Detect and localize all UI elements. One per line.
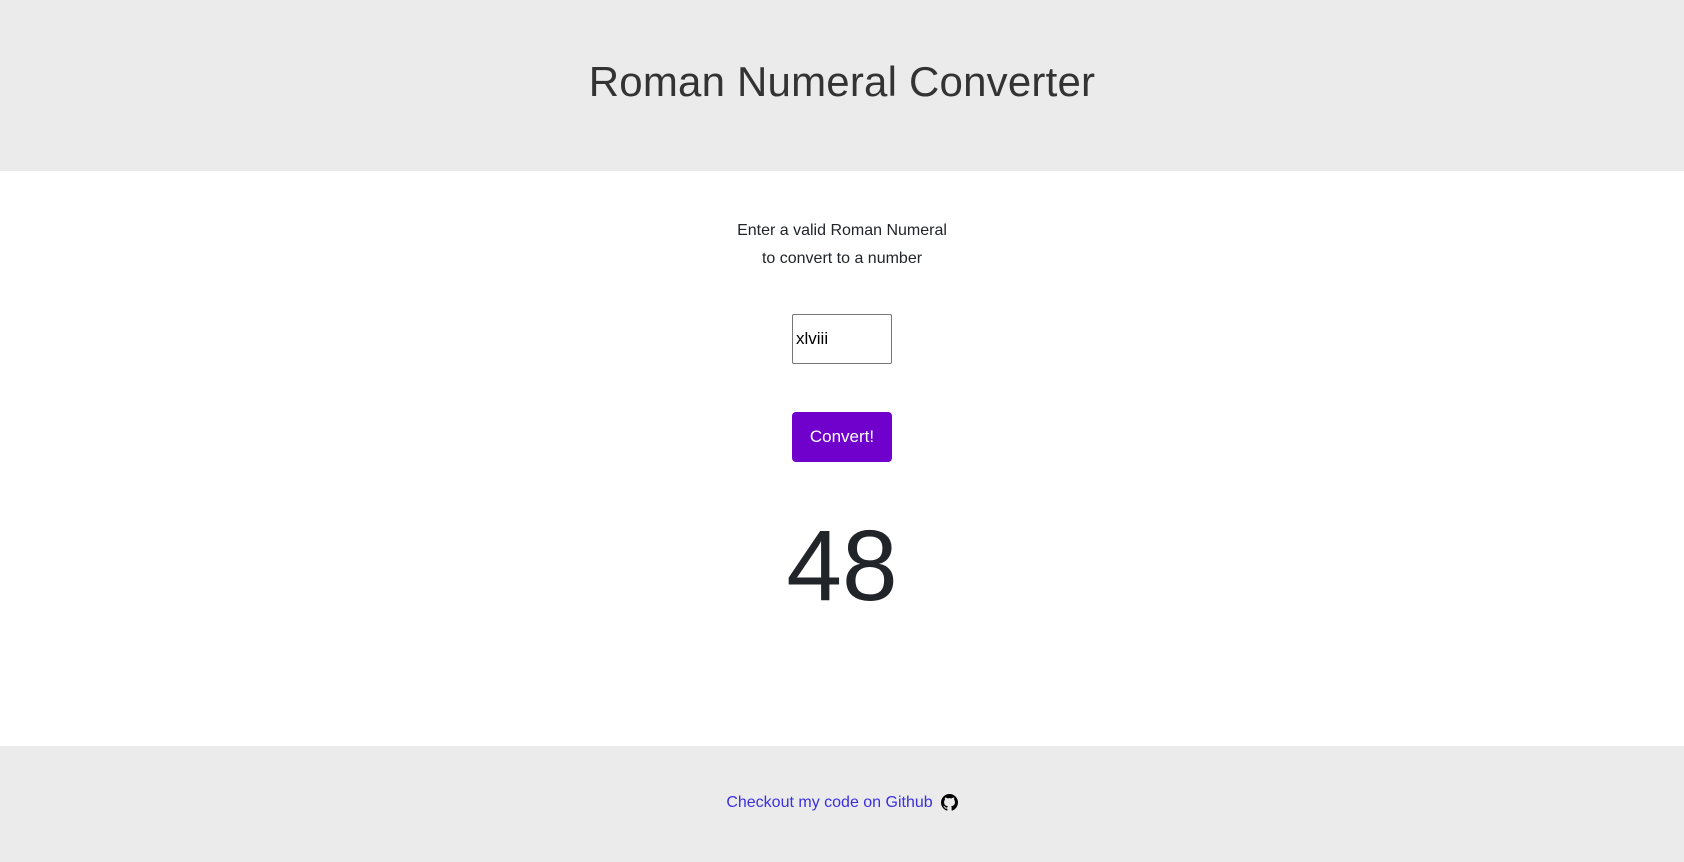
instructions-line-1: Enter a valid Roman Numeral (737, 222, 947, 239)
page-footer: Checkout my code on Github (0, 746, 1684, 862)
github-link[interactable]: Checkout my code on Github (726, 793, 958, 812)
github-link-label: Checkout my code on Github (726, 793, 933, 811)
github-icon (940, 794, 958, 811)
roman-numeral-input[interactable] (792, 314, 892, 364)
instructions: Enter a valid Roman Numeral to convert t… (0, 217, 1684, 273)
page-title: Roman Numeral Converter (588, 58, 1096, 105)
converter-panel: Enter a valid Roman Numeral to convert t… (0, 171, 1684, 746)
instructions-line-2: to convert to a number (761, 250, 923, 267)
conversion-result: 48 (786, 510, 898, 622)
page: Roman Numeral Converter Enter a valid Ro… (0, 0, 1684, 862)
page-header: Roman Numeral Converter (0, 0, 1684, 171)
convert-button[interactable]: Convert! (792, 412, 892, 462)
